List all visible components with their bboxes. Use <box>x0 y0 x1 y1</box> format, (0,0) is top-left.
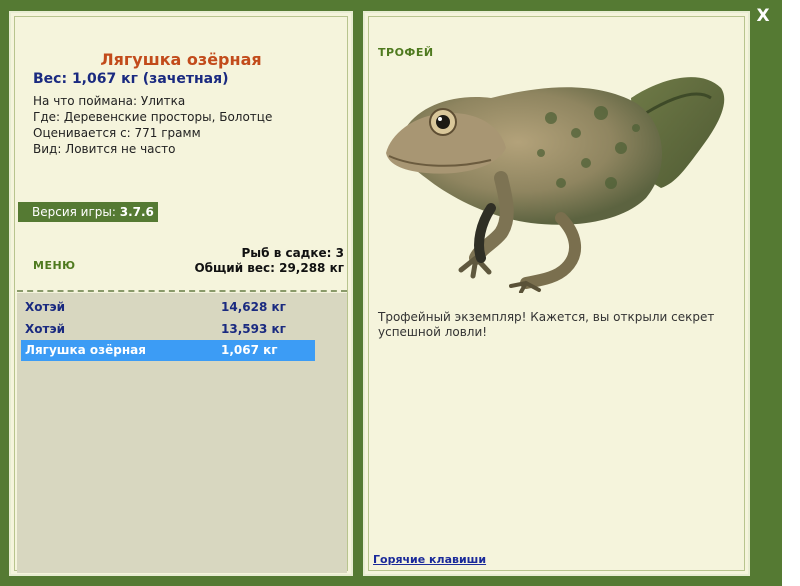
catch-name: Лягушка озёрная <box>25 343 146 357</box>
fish-location: Где: Деревенские просторы, Болотце <box>33 110 273 124</box>
version-bar: Версия игры: 3.7.6 <box>18 202 158 222</box>
hotkeys-link[interactable]: Горячие клавиши <box>373 553 486 566</box>
catch-list: Хотэй 14,628 кг Хотэй 13,593 кг Лягушка … <box>17 293 347 573</box>
fish-bait: На что поймана: Улитка <box>33 94 186 108</box>
close-button[interactable]: X <box>752 6 774 26</box>
version-label: Версия игры: <box>32 205 116 219</box>
catch-list-row[interactable]: Хотэй 13,593 кг <box>21 319 315 340</box>
catch-name: Хотэй <box>25 300 65 314</box>
dashed-divider <box>17 290 347 292</box>
trophy-panel: ТРОФЕЙ Трофейный экземпляр! Кажется, вы … <box>363 11 750 576</box>
menu-button[interactable]: МЕНЮ <box>33 259 76 272</box>
fish-rated-from: Оценивается с: 771 грамм <box>33 126 201 140</box>
fish-count: Рыб в садке: 3 <box>241 246 345 260</box>
fish-weight: Вес: 1,067 кг (зачетная) <box>33 71 229 87</box>
fish-info-panel: Лягушка озёрная Вес: 1,067 кг (зачетная)… <box>9 11 353 576</box>
frog-image <box>386 77 725 293</box>
catch-weight: 13,593 кг <box>221 322 286 336</box>
catch-list-row-selected[interactable]: Лягушка озёрная 1,067 кг <box>21 340 315 361</box>
fish-title: Лягушка озёрная <box>100 50 262 69</box>
catch-weight: 1,067 кг <box>221 343 278 357</box>
total-weight: Общий вес: 29,288 кг <box>194 261 344 275</box>
catch-weight: 14,628 кг <box>221 300 286 314</box>
trophy-description: Трофейный экземпляр! Кажется, вы открыли… <box>378 310 715 339</box>
fish-kind: Вид: Ловится не часто <box>33 142 176 156</box>
catch-list-row[interactable]: Хотэй 14,628 кг <box>21 297 315 318</box>
catch-name: Хотэй <box>25 322 65 336</box>
catch-stats: Рыб в садке: 3 Общий вес: 29,288 кг <box>194 246 344 276</box>
version-value: 3.7.6 <box>119 205 154 219</box>
